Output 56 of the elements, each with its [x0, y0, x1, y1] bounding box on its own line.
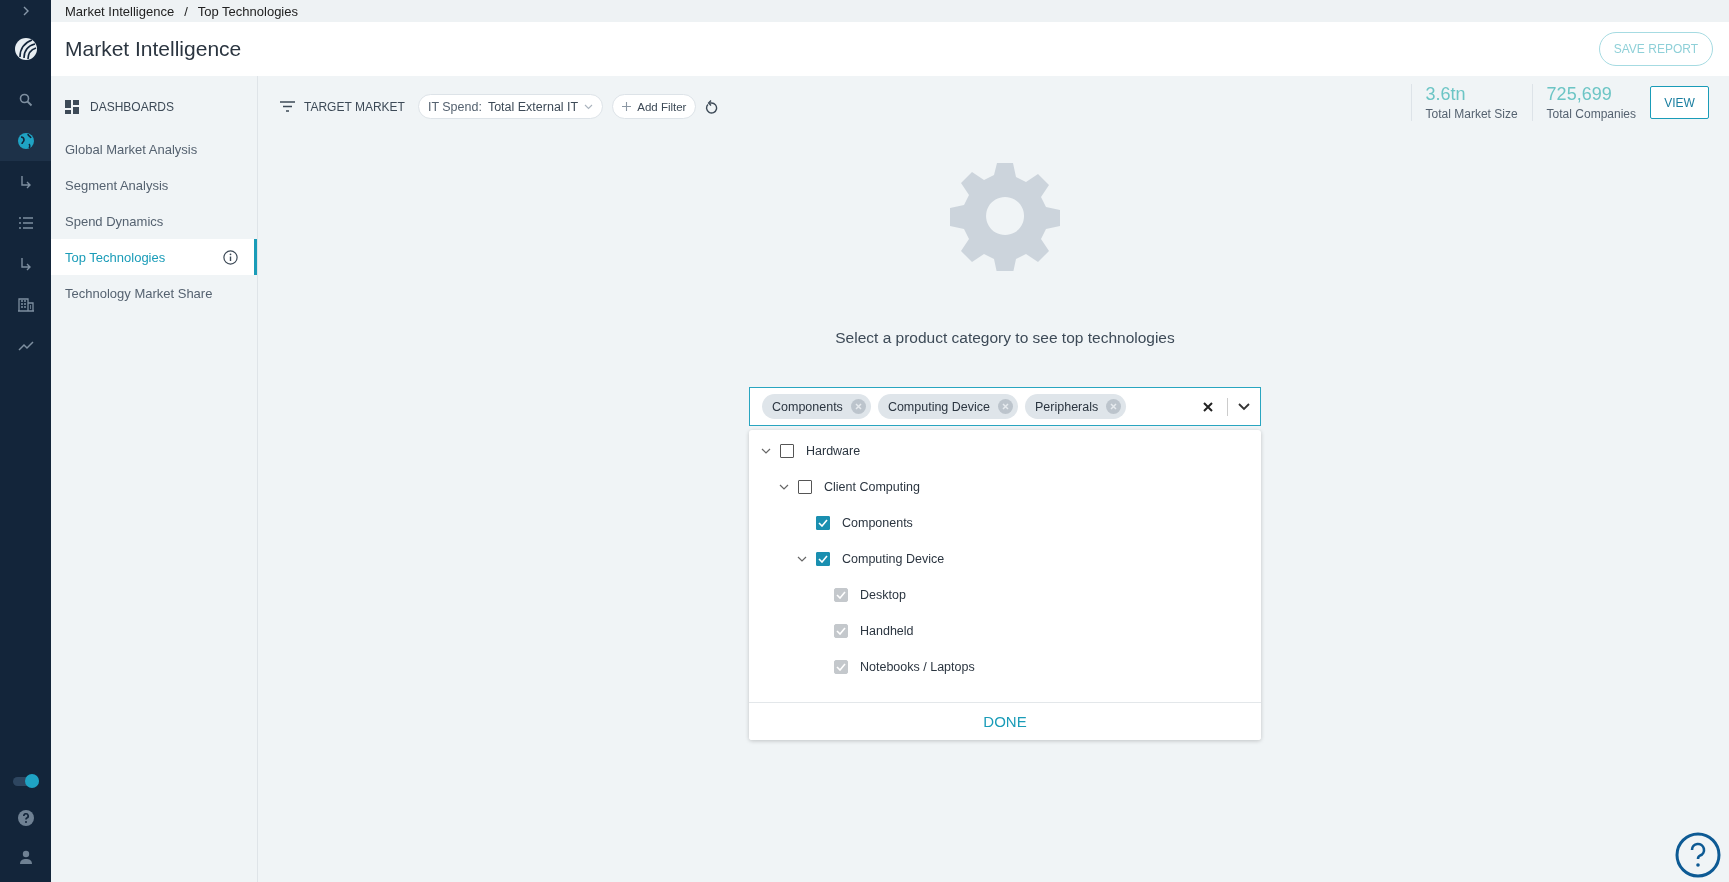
user-icon[interactable] — [18, 850, 33, 864]
breadcrumb-separator: / — [184, 3, 188, 19]
chevron-down-icon[interactable] — [761, 447, 771, 455]
chevron-down-icon[interactable] — [1238, 402, 1250, 411]
building-icon[interactable] — [17, 297, 34, 312]
add-filter-button[interactable]: Add Filter — [612, 94, 697, 119]
stat-label: Total Market Size — [1425, 107, 1518, 121]
tree-item-label[interactable]: Components — [842, 516, 913, 530]
stat-value: 3.6tn — [1425, 84, 1467, 105]
target-market-label: TARGET MARKET — [304, 99, 405, 114]
prompt-text: Select a product category to see top technologies — [835, 329, 1175, 347]
page-title: Market Intelligence — [65, 37, 242, 61]
reset-icon[interactable] — [705, 99, 719, 114]
sidebar-item[interactable]: Global Market Analysis — [51, 131, 257, 167]
globe-button[interactable] — [0, 120, 51, 161]
chevron-down-icon[interactable] — [779, 483, 789, 491]
checkbox[interactable] — [816, 516, 830, 530]
view-button[interactable]: VIEW — [1650, 86, 1709, 119]
checkbox[interactable] — [798, 480, 812, 494]
checkbox[interactable] — [816, 552, 830, 566]
dashboard-grid-icon — [65, 100, 79, 114]
category-multiselect[interactable]: Components Computing Device Peripherals — [749, 387, 1261, 426]
filter-dropdown[interactable]: IT Spend: Total External IT — [417, 94, 604, 119]
return-arrow-icon[interactable] — [19, 174, 32, 189]
logo-icon[interactable] — [13, 37, 38, 61]
checkbox[interactable] — [780, 444, 794, 458]
plus-icon — [622, 102, 632, 111]
tree-item-label[interactable]: Client Computing — [824, 480, 920, 494]
category-chip: Components — [762, 394, 871, 419]
sidebar-item[interactable]: Spend Dynamics — [51, 203, 257, 239]
category-chip: Computing Device — [877, 394, 1018, 419]
sidebar-item[interactable]: Technology Market Share — [51, 275, 257, 311]
stat-value: 725,699 — [1546, 84, 1613, 105]
return-arrow-icon[interactable] — [19, 256, 32, 271]
gear-icon — [950, 161, 1060, 271]
breadcrumb-current: Top Technologies — [197, 3, 298, 19]
breadcrumb-link[interactable]: Market Intelligence — [65, 3, 175, 19]
info-icon[interactable] — [223, 249, 238, 265]
stat-label: Total Companies — [1546, 107, 1636, 121]
sidebar-item[interactable]: Segment Analysis — [51, 167, 257, 203]
category-chip: Peripherals — [1025, 394, 1127, 419]
caret-icon — [584, 103, 594, 110]
search-icon[interactable] — [18, 92, 33, 107]
toggle-switch[interactable] — [12, 777, 39, 786]
trend-line-icon[interactable] — [17, 339, 34, 352]
filter-icon — [280, 101, 295, 112]
chevron-right-icon[interactable] — [21, 5, 30, 17]
help-icon[interactable] — [1675, 832, 1721, 878]
clear-icon[interactable] — [1203, 401, 1213, 412]
chevron-down-icon[interactable] — [797, 555, 807, 563]
globe-icon[interactable] — [16, 131, 35, 150]
help-icon[interactable] — [17, 810, 34, 826]
sidebar-heading: DASHBOARDS — [90, 100, 175, 114]
list-icon[interactable] — [17, 215, 34, 230]
tree-item-label[interactable]: Hardware — [806, 444, 861, 458]
tree-item-label[interactable]: Computing Device — [842, 552, 945, 566]
